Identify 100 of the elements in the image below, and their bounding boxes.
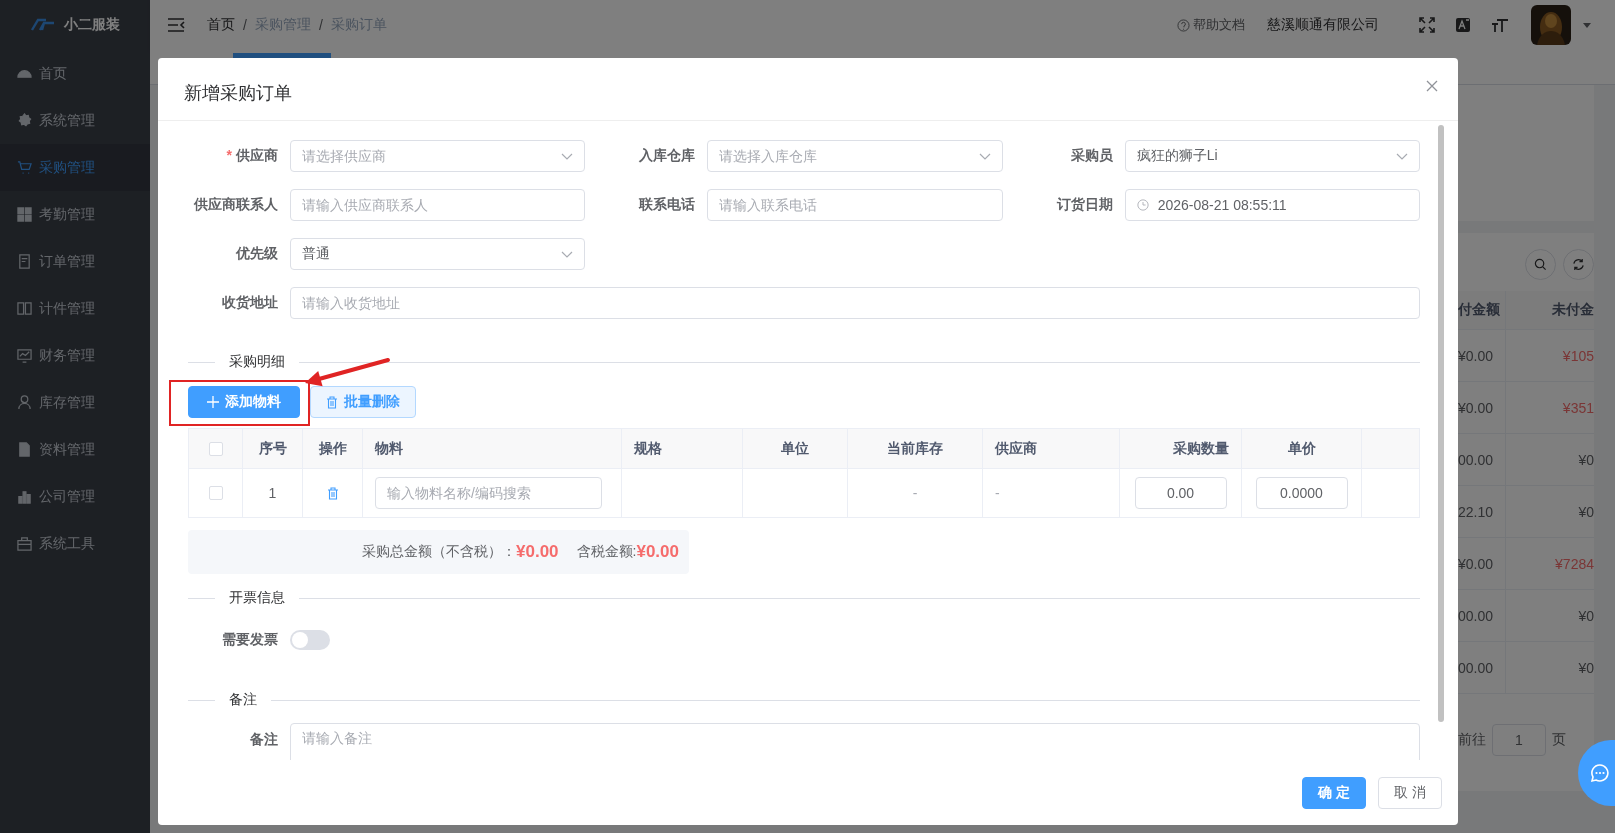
quantity-field[interactable]: 0.00 (1134, 477, 1227, 509)
field-label: 订货日期 (1055, 196, 1114, 214)
select-field[interactable]: 普通 (290, 238, 586, 270)
search-button[interactable] (1525, 249, 1556, 280)
breadcrumb-separator: / (243, 17, 247, 33)
refresh-button[interactable] (1563, 249, 1594, 280)
document-icon (17, 254, 32, 269)
chart-icon (17, 348, 32, 363)
cart-icon (17, 160, 32, 175)
field-label: 入库仓库 (638, 147, 697, 165)
sidebar-item[interactable]: 资料管理 (0, 426, 150, 473)
goto-label: 前往 (1458, 731, 1486, 749)
field-label: 收货地址 (221, 294, 279, 312)
page-suffix: 页 (1552, 731, 1566, 749)
summary-value: ¥0.00 (516, 542, 559, 562)
plus-icon (207, 396, 219, 408)
table-cell: 1 (268, 485, 277, 501)
date-field[interactable]: 2026-08-21 08:55:11 (1124, 189, 1420, 221)
input-field[interactable]: 请输入联系电话 (707, 189, 1003, 221)
fullscreen-icon[interactable] (1419, 17, 1435, 33)
caret-icon[interactable] (1583, 22, 1591, 28)
breadcrumb-link[interactable]: 首页 (207, 16, 235, 34)
sidebar-item[interactable]: 系统工具 (0, 520, 150, 567)
table-cell-text: ¥351 (1561, 398, 1594, 418)
input-field[interactable]: 请输入供应商联系人 (290, 189, 586, 221)
chevron-down-icon (561, 251, 574, 258)
section-title: 备注 (228, 691, 258, 709)
sidebar-item[interactable]: 公司管理 (0, 473, 150, 520)
sidebar-item[interactable]: 财务管理 (0, 332, 150, 379)
file-icon (17, 442, 32, 457)
section-title: 采购明细 (228, 353, 286, 371)
select-field[interactable]: 疯狂的狮子Li (1124, 140, 1420, 172)
page-input[interactable]: 1 (1492, 724, 1546, 756)
sidebar-item[interactable]: 考勤管理 (0, 191, 150, 238)
table-cell: - (912, 485, 918, 501)
sidebar-item[interactable]: 库存管理 (0, 379, 150, 426)
font-icon[interactable] (1455, 17, 1471, 33)
summary-value: ¥0.00 (636, 542, 679, 562)
confirm-button[interactable]: 确 定 (1302, 776, 1367, 809)
input-field[interactable]: 请输入收货地址 (290, 287, 1420, 319)
column-header: 当前库存 (887, 439, 943, 458)
chevron-down-icon (1396, 153, 1408, 160)
column-header: 物料 (375, 439, 403, 458)
field-label: 备注 (249, 730, 279, 749)
bar-chart-icon (17, 489, 32, 504)
column-header: 单位 (781, 439, 809, 458)
unit-price-field[interactable]: 0.0000 (1255, 477, 1348, 509)
cancel-button[interactable]: 取 消 (1378, 776, 1442, 809)
sidebar-item[interactable]: 首页 (0, 50, 150, 97)
batch-delete-button[interactable]: 批量删除 (310, 386, 416, 418)
book-icon (17, 301, 32, 316)
clock-icon (1136, 199, 1149, 211)
field-label: 优先级 (235, 245, 279, 263)
column-header: 单价 (1287, 439, 1316, 458)
sidebar-item[interactable]: 系统管理 (0, 97, 150, 144)
toolbox-icon (17, 536, 32, 551)
close-icon[interactable] (1426, 80, 1438, 92)
summary-label: 含税金额: (576, 543, 637, 561)
table-cell-text: ¥0 (1577, 450, 1594, 470)
material-search-field[interactable]: 输入物料名称/编码搜索 (375, 477, 602, 509)
select-field[interactable]: 请选择入库仓库 (707, 140, 1003, 172)
help-icon (1177, 18, 1190, 32)
grid-icon (17, 207, 32, 222)
refresh-icon (1572, 258, 1585, 271)
chat-button[interactable] (1578, 740, 1615, 806)
sidebar-item[interactable]: 计件管理 (0, 285, 150, 332)
sidebar-item[interactable]: 采购管理 (0, 144, 150, 191)
help-link[interactable]: 帮助文档 (1193, 16, 1245, 34)
row-checkbox[interactable] (208, 486, 223, 500)
required-mark: * (226, 147, 232, 163)
table-cell-text: ¥7284 (1554, 554, 1594, 574)
add-material-button[interactable]: 添加物料 (188, 386, 300, 418)
trash-icon (326, 395, 338, 409)
chat-icon (1590, 763, 1610, 783)
dialog-title: 新增采购订单 (184, 82, 292, 105)
sidebar-item[interactable]: 订单管理 (0, 238, 150, 285)
select-all-checkbox[interactable] (208, 441, 223, 456)
chevron-down-icon (561, 153, 574, 160)
column-header: 供应商 (995, 439, 1037, 458)
column-header: 规格 (634, 439, 662, 458)
column-header: 采购数量 (1173, 439, 1229, 458)
field-label: 供应商联系人 (193, 196, 279, 214)
table-cell-text: ¥0 (1577, 606, 1594, 626)
summary-label: 采购总金额（不含税）： (362, 543, 516, 561)
company-name[interactable]: 慈溪顺通有限公司 (1267, 16, 1379, 34)
gear-icon (17, 113, 32, 128)
invoice-switch[interactable] (290, 630, 330, 650)
column-header: 序号 (258, 439, 287, 458)
field-label: 联系电话 (637, 196, 697, 214)
table-cell: - (995, 485, 1000, 501)
delete-icon[interactable] (326, 486, 339, 500)
text-size-icon[interactable] (1491, 17, 1509, 33)
column-header: 未付金 (1551, 300, 1594, 319)
scrollbar[interactable] (1438, 125, 1444, 722)
breadcrumb-separator: / (318, 17, 323, 33)
menu-icon[interactable] (167, 18, 185, 32)
app-logo-text: 小二服装 (64, 16, 120, 34)
table-cell-text: ¥0 (1577, 658, 1594, 678)
select-field[interactable]: 请选择供应商 (290, 140, 586, 172)
table-cell-text: ¥0 (1577, 502, 1594, 522)
